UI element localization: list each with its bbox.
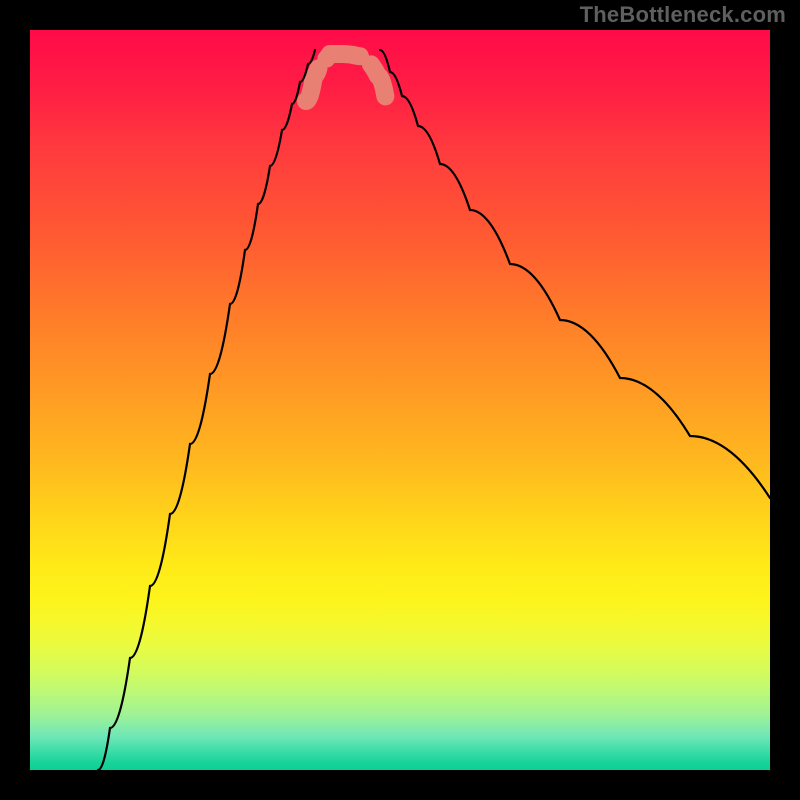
left-branch-line [98,50,315,770]
chart-frame: TheBottleneck.com [0,0,800,800]
right-branch-line [380,50,770,498]
plot-area [30,30,770,770]
valley-overlay-line [306,54,386,101]
watermark-text: TheBottleneck.com [580,2,786,28]
curve-svg [30,30,770,770]
